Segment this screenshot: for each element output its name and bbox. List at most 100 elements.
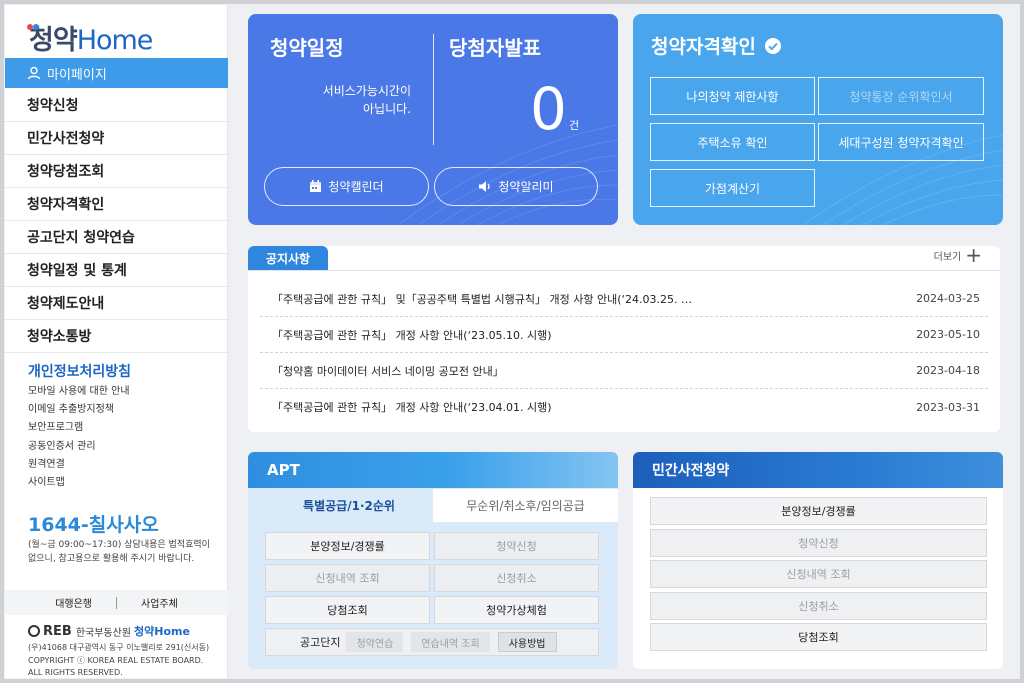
eligibility-title: 청약자격확인	[651, 32, 782, 59]
private-sale-info-button[interactable]: 분양정보/경쟁률	[650, 497, 987, 525]
nav-item-practice[interactable]: 공고단지 청약연습	[5, 221, 228, 254]
footer-rights: ALL RIGHTS RESERVED.	[28, 668, 123, 677]
notice-title: 「주택공급에 관한 규칙」 및「공공주택 특별법 시행규칙」 개정 사항 안내(…	[272, 292, 692, 306]
speaker-icon	[479, 181, 491, 192]
calendar-icon	[310, 180, 322, 192]
service-unavailable-message: 서비스가능시간이 아닙니다.	[322, 84, 411, 116]
notification-button[interactable]: 청약알리미	[434, 167, 598, 206]
apt-notice-row: 공고단지 청약연습 연습내역 조회 사용방법	[265, 628, 599, 656]
phone-number: 1644-칠사사오	[28, 514, 159, 536]
private-apply-button[interactable]: 청약신청	[650, 529, 987, 557]
service-hours: (월~금 09:00~17:30) 상담내용은 법적효력이 없으니, 참고용으로…	[28, 540, 210, 564]
logo-mark-icon	[27, 24, 39, 30]
notice-tab[interactable]: 공지사항	[248, 246, 328, 271]
notice-title: 「청약홈 마이데이터 서비스 네이밍 공모전 안내」	[272, 364, 504, 378]
private-card: 민간사전청약 분양정보/경쟁률 청약신청 신청내역 조회 신청취소 당첨조회	[633, 452, 1003, 669]
nav-item-eligibility[interactable]: 청약자격확인	[5, 188, 228, 221]
notice-list: 「주택공급에 관한 규칙」 및「공공주택 특별법 시행규칙」 개정 사항 안내(…	[260, 281, 988, 425]
privacy-policy-link[interactable]: 개인정보처리방침	[28, 361, 131, 381]
footer-address: (우)41068 대구광역시 동구 이노밸리로 291(신서동)	[28, 643, 210, 652]
practice-button[interactable]: 청약연습	[346, 632, 404, 652]
divider	[248, 270, 1000, 271]
home-ownership-button[interactable]: 주택소유 확인	[650, 123, 815, 161]
divider	[433, 34, 434, 145]
notice-panel: 공지사항 더보기 + 「주택공급에 관한 규칙」 및「공공주택 특별법 시행규칙」…	[248, 245, 1000, 432]
notice-date: 2024-03-25	[916, 292, 980, 305]
mypage-label: 마이페이지	[47, 67, 107, 83]
check-circle-icon	[764, 37, 781, 54]
practice-history-button[interactable]: 연습내역 조회	[411, 632, 490, 652]
household-eligibility-button[interactable]: 세대구성원 청약자격확인	[818, 123, 984, 161]
nav-item-communication[interactable]: 청약소통방	[5, 320, 228, 353]
my-restrictions-button[interactable]: 나의청약 제한사항	[650, 77, 815, 115]
footer-org: 한국부동산원	[75, 627, 132, 639]
apt-sale-info-button[interactable]: 분양정보/경쟁률	[265, 532, 430, 560]
winners-unit: 건	[569, 119, 580, 132]
footer-brand: 청약Home	[134, 625, 190, 638]
link-remote[interactable]: 원격연결	[28, 456, 130, 474]
reb-logo-icon	[28, 625, 40, 637]
apt-apply-button[interactable]: 청약신청	[434, 532, 599, 560]
more-link[interactable]: 더보기 +	[934, 245, 982, 265]
footer-links: 모바일 사용에 대한 안내 이메일 추출방지정책 보안프로그램 공동인증서 관리…	[28, 383, 130, 492]
site-logo[interactable]: 청약Home	[27, 19, 153, 56]
private-history-button[interactable]: 신청내역 조회	[650, 560, 987, 588]
apt-history-button[interactable]: 신청내역 조회	[265, 564, 430, 592]
apt-title: APT	[267, 461, 300, 479]
notice-date: 2023-05-10	[916, 328, 980, 341]
notice-date: 2023-03-31	[916, 400, 980, 414]
link-security-program[interactable]: 보안프로그램	[28, 419, 130, 437]
tab-unranked-supply[interactable]: 무순위/취소후/임의공급	[433, 489, 618, 522]
how-to-use-button[interactable]: 사용방법	[497, 632, 557, 652]
sidebar: 청약Home 마이페이지 청약신청 민간사전청약 청약당첨조회 청약자격확인 공…	[5, 5, 228, 678]
link-certificate[interactable]: 공동인증서 관리	[28, 438, 130, 456]
schedule-card: 청약일정 서비스가능시간이 아닙니다. 당첨자발표 0 건 청약캘린더 청약알리…	[248, 14, 618, 225]
schedule-title: 청약일정	[270, 36, 344, 60]
decorative-wave	[398, 124, 618, 225]
provider-link[interactable]: 사업주체	[141, 595, 178, 610]
user-icon	[27, 66, 41, 80]
main-nav: 청약신청 민간사전청약 청약당첨조회 청약자격확인 공고단지 청약연습 청약일정…	[5, 89, 228, 353]
link-email-policy[interactable]: 이메일 추출방지정책	[28, 401, 130, 419]
footer-reb: REB	[43, 623, 72, 639]
nav-item-schedule-stats[interactable]: 청약일정 및 통계	[5, 254, 228, 287]
nav-item-system-guide[interactable]: 청약제도안내	[5, 287, 228, 320]
private-title: 민간사전청약	[652, 463, 730, 479]
apt-notice-label: 공고단지	[300, 636, 341, 649]
bank-bar: 대행은행 사업주체	[5, 590, 228, 615]
apt-header: APT	[248, 452, 618, 488]
logo-text: 청약Home	[29, 24, 153, 56]
private-header: 민간사전청약	[633, 452, 1003, 488]
point-calculator-button[interactable]: 가점계산기	[650, 169, 815, 207]
apt-winner-button[interactable]: 당첨조회	[265, 596, 430, 624]
private-winner-button[interactable]: 당첨조회	[650, 623, 987, 651]
private-cancel-button[interactable]: 신청취소	[650, 592, 987, 620]
link-sitemap[interactable]: 사이트맵	[28, 474, 130, 492]
tab-special-supply[interactable]: 특별공급/1·2순위	[265, 489, 433, 522]
eligibility-card: 청약자격확인 나의청약 제한사항 청약통장 순위확인서 주택소유 확인 세대구성…	[633, 14, 1003, 225]
notice-row[interactable]: 「주택공급에 관한 규칙」 개정 사항 안내(‘23.04.01. 시행) 20…	[260, 389, 988, 425]
calendar-button[interactable]: 청약캘린더	[264, 167, 429, 206]
notice-row[interactable]: 「주택공급에 관한 규칙」 및「공공주택 특별법 시행규칙」 개정 사항 안내(…	[260, 281, 988, 317]
notice-title: 「주택공급에 관한 규칙」 개정 사항 안내(‘23.04.01. 시행)	[272, 401, 552, 414]
winners-title: 당첨자발표	[449, 36, 541, 60]
notice-row[interactable]: 「청약홈 마이데이터 서비스 네이밍 공모전 안내」 2023-04-18	[260, 353, 988, 389]
link-mobile-guide[interactable]: 모바일 사용에 대한 안내	[28, 383, 130, 401]
winners-count: 0	[530, 75, 567, 143]
footer-logo: REB 한국부동산원 청약Home	[28, 623, 190, 639]
account-rank-certificate-button[interactable]: 청약통장 순위확인서	[818, 77, 984, 115]
notice-row[interactable]: 「주택공급에 관한 규칙」 개정 사항 안내(‘23.05.10. 시행) 20…	[260, 317, 988, 353]
nav-item-private-pre-subscription[interactable]: 민간사전청약	[5, 122, 228, 155]
footer-copyright: COPYRIGHT ⓒ KOREA REAL ESTATE BOARD.	[28, 655, 204, 665]
nav-item-apply[interactable]: 청약신청	[5, 89, 228, 122]
notice-date: 2023-04-18	[916, 364, 980, 377]
mypage-button[interactable]: 마이페이지	[5, 58, 228, 88]
apt-virtual-experience-button[interactable]: 청약가상체험	[434, 596, 599, 624]
apt-card: APT 특별공급/1·2순위 무순위/취소후/임의공급 분양정보/경쟁률 청약신…	[248, 452, 618, 669]
bank-link[interactable]: 대행은행	[55, 595, 92, 610]
notice-title: 「주택공급에 관한 규칙」 개정 사항 안내(‘23.05.10. 시행)	[272, 328, 552, 342]
nav-item-winner-lookup[interactable]: 청약당첨조회	[5, 155, 228, 188]
apt-cancel-button[interactable]: 신청취소	[434, 564, 599, 592]
plus-icon: +	[965, 243, 982, 267]
divider	[116, 596, 117, 609]
